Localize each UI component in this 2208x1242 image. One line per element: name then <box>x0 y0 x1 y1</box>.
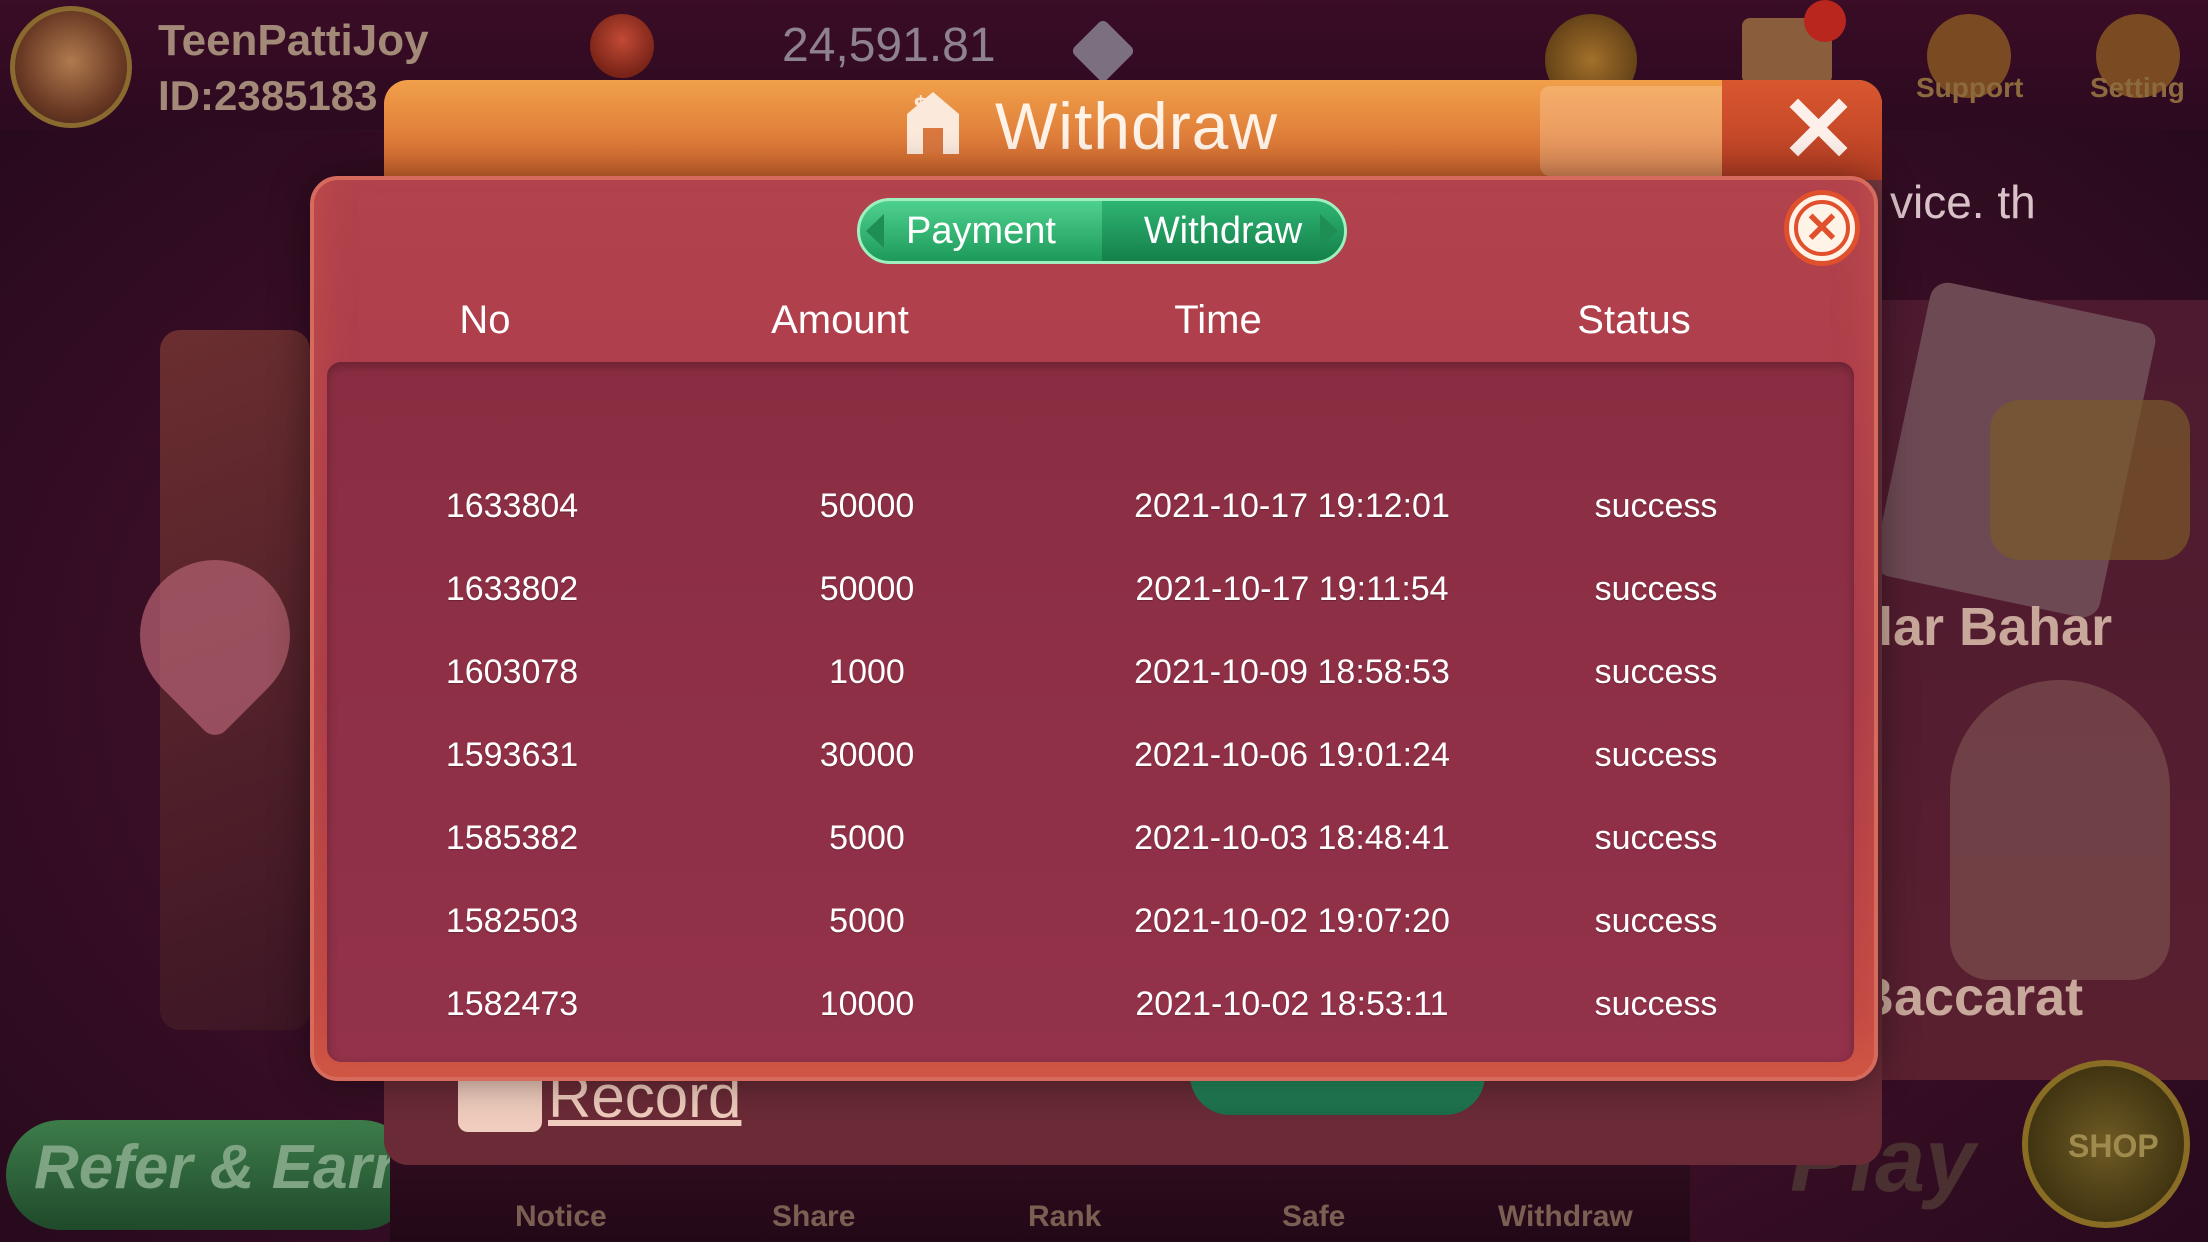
record-tab-switch: Payment Withdraw <box>857 198 1347 264</box>
cell-time: 2021-10-02 18:53:11 <box>1135 985 1449 1023</box>
nav-share[interactable]: Share <box>772 1200 855 1234</box>
record-table[interactable] <box>327 362 1854 1062</box>
table-row: 1582473 10000 2021-10-02 18:53:11 succes… <box>327 974 1854 1034</box>
arrow-left-icon <box>866 214 884 248</box>
close-icon[interactable]: ✕ <box>1780 76 1857 183</box>
arrow-right-icon <box>1320 214 1338 248</box>
cell-amount: 5000 <box>829 819 905 857</box>
cell-status: success <box>1594 819 1718 857</box>
nav-safe[interactable]: Safe <box>1282 1200 1345 1234</box>
cell-time: 2021-10-02 19:07:20 <box>1134 902 1450 940</box>
cell-time: 2021-10-17 19:12:01 <box>1134 487 1450 525</box>
cell-no: 1633804 <box>445 487 579 525</box>
column-header-no: No <box>459 298 511 342</box>
nav-rank[interactable]: Rank <box>1028 1200 1101 1234</box>
username: TeenPattiJoy <box>158 16 429 65</box>
balance: 24,591.81 <box>782 19 996 72</box>
game-baccarat[interactable]: Baccarat <box>1855 966 2083 1028</box>
notification-dot-icon <box>1804 0 1846 42</box>
nav-withdraw[interactable]: Withdraw <box>1498 1200 1633 1234</box>
cell-status: success <box>1594 985 1718 1023</box>
cards-header-decoration <box>1540 86 1740 176</box>
cell-status: success <box>1594 653 1718 691</box>
table-row: 1585382 5000 2021-10-03 18:48:41 success <box>327 808 1854 868</box>
cell-time: 2021-10-03 18:48:41 <box>1134 819 1450 857</box>
cell-amount: 5000 <box>829 902 905 940</box>
shop-label: SHOP <box>2068 1128 2159 1164</box>
tab-payment[interactable]: Payment <box>860 201 1102 261</box>
cell-time: 2021-10-17 19:11:54 <box>1135 570 1449 608</box>
column-header-time: Time <box>1174 298 1262 342</box>
cell-status: success <box>1594 736 1718 774</box>
cell-no: 1585382 <box>445 819 579 857</box>
cell-status: success <box>1594 902 1718 940</box>
user-id: ID:2385183 <box>158 72 378 119</box>
cell-no: 1582473 <box>445 985 579 1023</box>
setting-label: Setting <box>2090 72 2185 103</box>
cell-no: 1633802 <box>445 570 579 608</box>
cell-status: success <box>1594 487 1718 525</box>
avatar[interactable] <box>10 6 132 128</box>
column-header-amount: Amount <box>771 298 909 342</box>
withdraw-title: Withdraw <box>995 89 1279 163</box>
close-circle-icon: ✕ <box>1794 200 1850 256</box>
cell-no: 1582503 <box>445 902 579 940</box>
nav-notice[interactable]: Notice <box>515 1200 607 1234</box>
cell-status: success <box>1594 570 1718 608</box>
cell-time: 2021-10-06 19:01:24 <box>1134 736 1450 774</box>
dialog-close-button[interactable]: ✕ <box>1784 190 1860 266</box>
cell-amount: 30000 <box>819 736 915 774</box>
table-row: 1603078 1000 2021-10-09 18:58:53 success <box>327 642 1854 702</box>
marquee-text: vice. th <box>1890 176 2036 228</box>
coin-icon <box>590 14 654 78</box>
cell-no: 1603078 <box>445 653 579 691</box>
table-row: 1633802 50000 2021-10-17 19:11:54 succes… <box>327 559 1854 619</box>
treasure-decoration <box>1990 400 2190 560</box>
cell-amount: 10000 <box>819 985 915 1023</box>
table-row: 1633804 50000 2021-10-17 19:12:01 succes… <box>327 476 1854 536</box>
cell-time: 2021-10-09 18:58:53 <box>1134 653 1450 691</box>
tab-withdraw[interactable]: Withdraw <box>1102 201 1344 261</box>
table-row: 1593631 30000 2021-10-06 19:01:24 succes… <box>327 725 1854 785</box>
cell-amount: 1000 <box>829 653 905 691</box>
svg-text:$: $ <box>913 93 928 118</box>
dealer-character <box>1950 680 2170 980</box>
cell-amount: 50000 <box>819 487 915 525</box>
refer-earn-label: Refer & Earn <box>34 1133 410 1202</box>
cell-no: 1593631 <box>445 736 579 774</box>
game-andar-bahar[interactable]: dar Bahar <box>1860 596 2112 658</box>
support-label: Support <box>1916 72 2024 103</box>
table-row: 1582503 5000 2021-10-02 19:07:20 success <box>327 891 1854 951</box>
column-header-status: Status <box>1577 298 1691 342</box>
money-bag-icon: $ <box>893 84 973 160</box>
cell-amount: 50000 <box>819 570 915 608</box>
